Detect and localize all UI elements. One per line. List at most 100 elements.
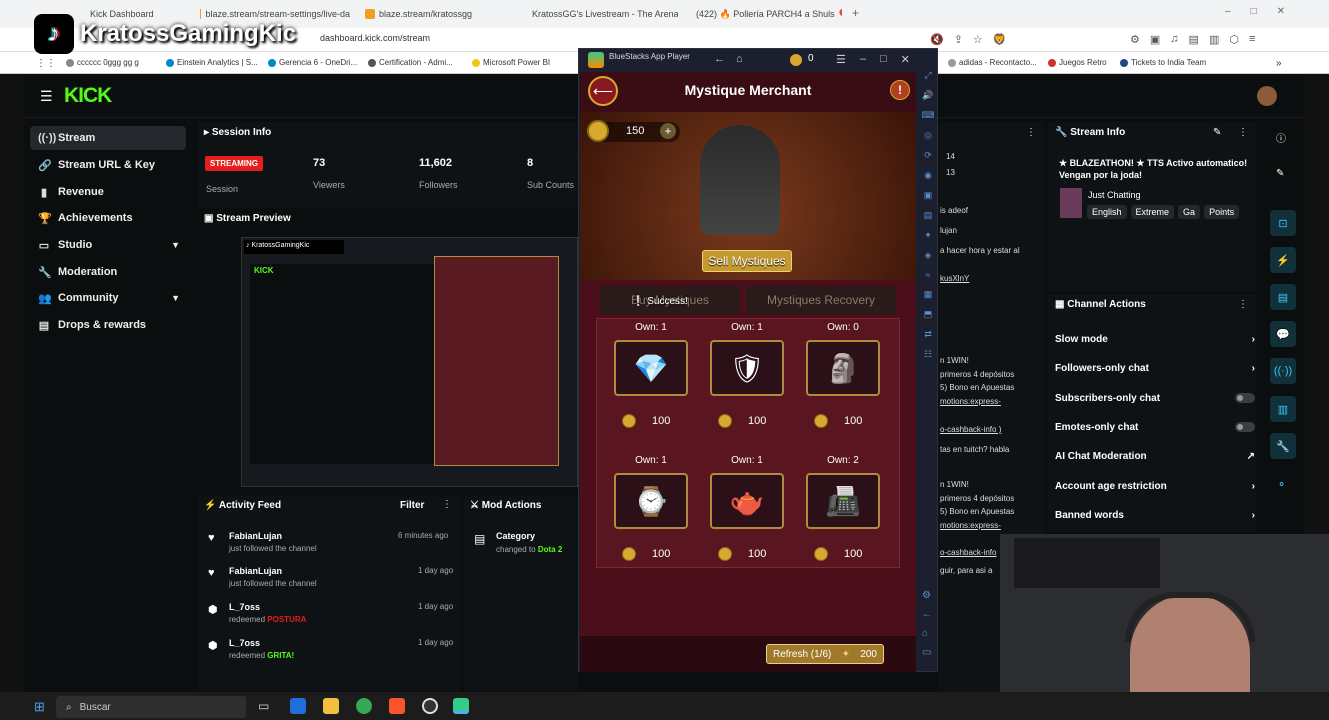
extension-icon[interactable]: ♫: [1170, 33, 1178, 46]
stream-preview-video[interactable]: ♪ KratossGamingKic KICK: [241, 237, 578, 487]
sidebar-item-stream-url-key[interactable]: 🔗 Stream URL & Key: [30, 153, 186, 177]
activity-user[interactable]: FabianLujan: [229, 531, 282, 541]
macro-icon[interactable]: ✦: [924, 230, 932, 241]
tab-youtube[interactable]: (422) 🔥 Pollería PARCH4 a Shuls 🎈: [692, 4, 842, 24]
back-arrow-icon[interactable]: ←: [714, 53, 725, 65]
tag[interactable]: Points: [1204, 205, 1240, 219]
bookmark[interactable]: Microsoft Power BI: [472, 58, 550, 67]
bookmark[interactable]: Gerencia 6 - OneDri...: [268, 58, 357, 67]
subscribers-only-toggle[interactable]: [1235, 393, 1255, 403]
window-controls[interactable]: – □ ✕: [1225, 6, 1285, 17]
bookmark[interactable]: adidas - Recontacto...: [948, 58, 1037, 67]
camera-icon[interactable]: ◉: [924, 170, 932, 181]
item-price[interactable]: 100: [622, 547, 670, 561]
wrench-icon[interactable]: 🔧: [1270, 433, 1296, 459]
bolt-icon[interactable]: ⚡: [1270, 247, 1296, 273]
item-price[interactable]: 100: [622, 414, 670, 428]
location-icon[interactable]: ◈: [925, 250, 932, 261]
sidebar-item-studio[interactable]: ▭ Studio ▼: [30, 233, 186, 257]
item-price[interactable]: 100: [718, 547, 766, 561]
chrome-icon[interactable]: [356, 698, 372, 714]
extension-icon[interactable]: ▣: [1150, 33, 1160, 46]
star-icon[interactable]: ☆: [973, 33, 983, 46]
more-options-icon[interactable]: ⋮: [1026, 127, 1036, 138]
maximize-icon[interactable]: □: [1251, 6, 1257, 17]
gamepad-icon[interactable]: ◎: [924, 130, 932, 141]
menu-icon[interactable]: ≡: [1249, 33, 1255, 46]
tag[interactable]: Extreme: [1130, 205, 1175, 219]
bluestacks-taskbar-icon[interactable]: [453, 698, 469, 714]
extension-icon[interactable]: ▤: [1189, 33, 1199, 46]
add-gold-button[interactable]: +: [660, 123, 676, 139]
ai-moderation-row[interactable]: AI Chat Moderation ↗: [1055, 451, 1255, 462]
document-icon[interactable]: ▤: [1270, 284, 1296, 310]
extension-icon[interactable]: ▥: [1209, 33, 1219, 46]
rail-tool-icon[interactable]: ⊡: [1270, 210, 1296, 236]
task-view-icon[interactable]: ▭: [258, 699, 269, 713]
subscribers-only-row[interactable]: Subscribers-only chat: [1055, 393, 1255, 404]
nodes-icon[interactable]: ⚬: [1277, 478, 1286, 491]
item-typewriter[interactable]: 📠: [806, 473, 880, 529]
sync-icon[interactable]: ⇄: [924, 329, 932, 340]
rotate-icon[interactable]: ⟳: [924, 150, 932, 161]
activity-user[interactable]: L_7oss: [229, 638, 260, 648]
item-bust[interactable]: 🗿: [806, 340, 880, 396]
sidebar-item-revenue[interactable]: ▮ Revenue: [30, 180, 186, 204]
bookmark[interactable]: Tickets to India Team: [1120, 58, 1206, 67]
tab-livestream[interactable]: KratossGG's Livestream - The Arena: [528, 4, 678, 24]
extension-icon[interactable]: ⬡: [1229, 33, 1239, 46]
more-options-icon[interactable]: ⋮: [442, 499, 452, 510]
item-armor[interactable]: 🛡: [710, 340, 784, 396]
edit-icon[interactable]: ✎: [1276, 168, 1284, 179]
bookmark[interactable]: Juegos Retro: [1048, 58, 1107, 67]
slow-mode-row[interactable]: Slow mode ›: [1055, 334, 1255, 345]
bluestacks-bottom-controls[interactable]: ⚙ ← ⌂ ▭: [922, 590, 932, 658]
info-icon[interactable]: ⓘ: [1276, 130, 1286, 145]
screenshot-icon[interactable]: ▣: [924, 190, 933, 201]
mute-icon[interactable]: 🔇: [930, 33, 944, 46]
apps-icon[interactable]: ⋮⋮: [36, 58, 56, 69]
tab-blaze-kratoss[interactable]: blaze.stream/kratossgg: [365, 4, 515, 24]
minimize-icon[interactable]: –: [860, 53, 866, 66]
hamburger-icon[interactable]: ☰: [40, 88, 53, 105]
list-icon[interactable]: ☷: [924, 349, 932, 360]
sidebar-item-drops-rewards[interactable]: ▤ Drops & rewards: [30, 313, 186, 337]
activity-user[interactable]: L_7oss: [229, 602, 260, 612]
item-teapot[interactable]: 🫖: [710, 473, 784, 529]
taskbar-search[interactable]: ⌕ Buscar: [56, 696, 246, 718]
bluestacks-sidebar[interactable]: ⤢ 🔊 ⌨ ◎ ⟳ ◉ ▣ ▤ ✦ ◈ ≈ ▦ ⬒ ⇄ ☷: [920, 70, 936, 670]
extension-icon[interactable]: ⚙: [1130, 33, 1140, 46]
item-watch[interactable]: ⌚: [614, 473, 688, 529]
menu-icon[interactable]: ☰: [836, 53, 846, 66]
activity-user[interactable]: FabianLujan: [229, 566, 282, 576]
bookmark[interactable]: Einstein Analytics | S...: [166, 58, 258, 67]
avatar[interactable]: [1257, 86, 1277, 106]
eco-icon[interactable]: ⬒: [924, 309, 933, 320]
file-explorer-icon[interactable]: [323, 698, 339, 714]
layout-icon[interactable]: ▥: [1270, 396, 1296, 422]
keyboard-icon[interactable]: ⌨: [922, 110, 935, 121]
address-bar-icons[interactable]: 🔇 ⇪ ☆ 🦁: [930, 33, 1007, 46]
refresh-button[interactable]: Refresh (1/6) ✦ 200: [766, 644, 884, 664]
windows-start-icon[interactable]: ⊞: [34, 699, 45, 715]
banned-words-row[interactable]: Banned words ›: [1055, 510, 1255, 521]
kick-logo[interactable]: KICK: [64, 84, 112, 108]
more-options-icon[interactable]: ⋮: [1238, 127, 1248, 138]
item-price[interactable]: 100: [814, 414, 862, 428]
filter-button[interactable]: Filter: [400, 500, 424, 511]
new-tab-icon[interactable]: +: [852, 6, 859, 20]
tag[interactable]: English: [1087, 205, 1127, 219]
followers-only-row[interactable]: Followers-only chat ›: [1055, 363, 1255, 374]
bookmark[interactable]: cccccc 0ggg gg g: [66, 58, 139, 67]
emotes-only-row[interactable]: Emotes-only chat: [1055, 422, 1255, 433]
expand-icon[interactable]: ⤢: [924, 70, 931, 81]
home-icon[interactable]: ⌂: [922, 628, 932, 639]
account-age-row[interactable]: Account age restriction ›: [1055, 481, 1255, 492]
minimize-icon[interactable]: –: [1225, 6, 1231, 17]
url-field[interactable]: dashboard.kick.com/stream: [320, 33, 430, 43]
more-options-icon[interactable]: ⋮: [1238, 299, 1248, 310]
sell-mystiques-button[interactable]: Sell Mystiques: [702, 250, 792, 272]
chat-icon[interactable]: 💬: [1270, 321, 1296, 347]
edge-icon[interactable]: [290, 698, 306, 714]
sidebar-item-community[interactable]: 👥 Community ▼: [30, 286, 186, 310]
